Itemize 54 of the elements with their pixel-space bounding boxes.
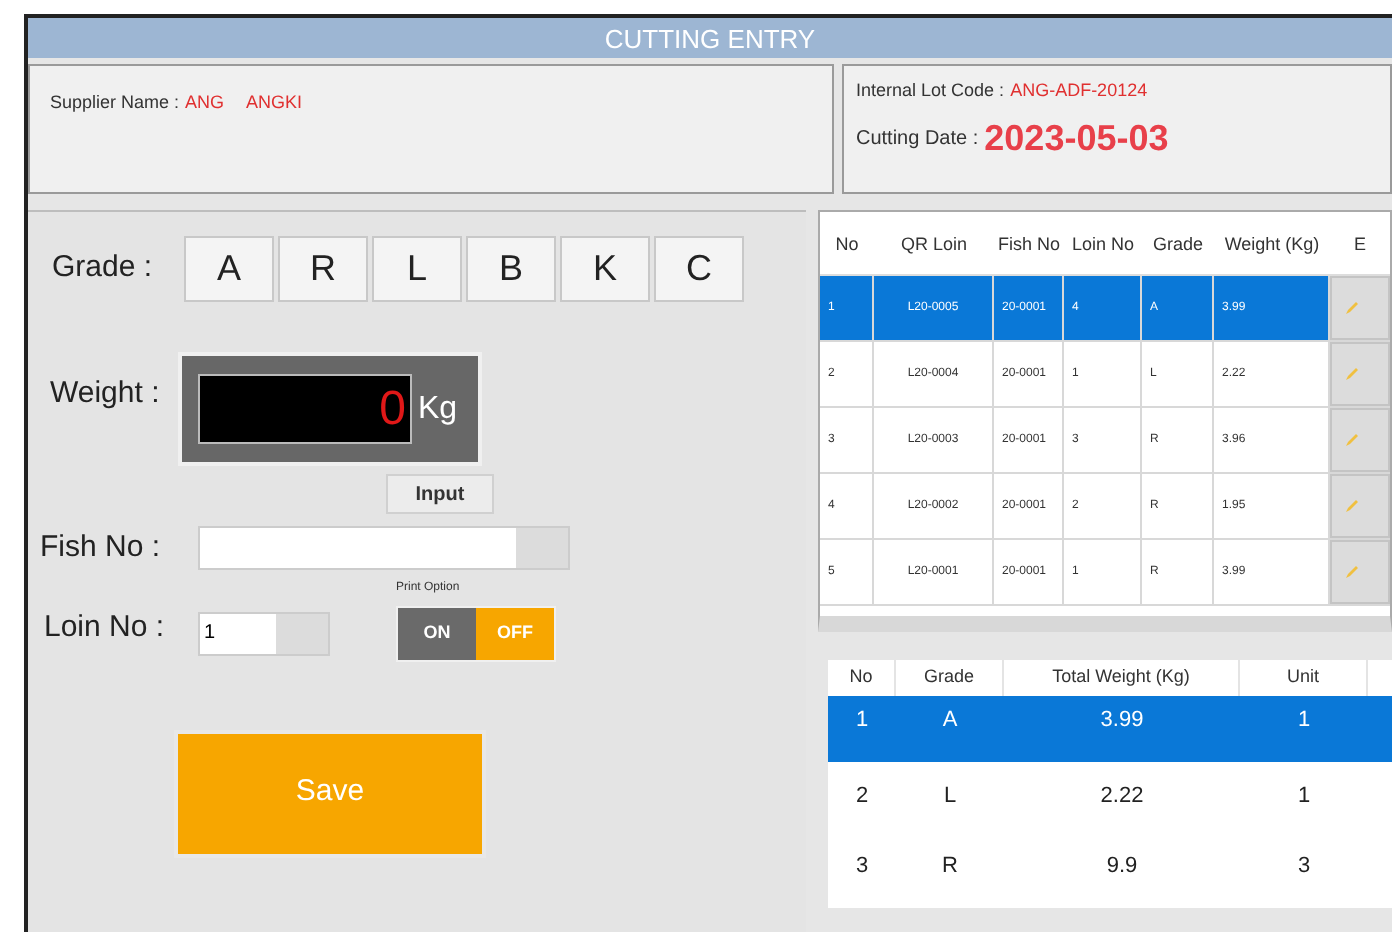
input-button[interactable]: Input [386, 474, 494, 514]
grade-option[interactable]: K [560, 236, 650, 302]
edit-button[interactable] [1330, 342, 1390, 406]
loin-no-field[interactable]: 1 [198, 611, 330, 655]
supplier-code: ANG [185, 90, 225, 116]
grade-label: Grade : [50, 248, 155, 289]
column-header: Fish No [996, 231, 1063, 257]
pencil-icon [1344, 300, 1360, 316]
column-header: E [1351, 231, 1368, 257]
table-cell-text: 3.99 [1098, 706, 1146, 736]
print-option-toggle[interactable]: ON [398, 607, 476, 659]
cutting-date-value: 2023-05-03 [984, 115, 1169, 161]
edit-button[interactable] [1330, 540, 1390, 604]
cutting-date-label: Cutting Date : [856, 125, 979, 153]
pencil-icon [1344, 564, 1360, 580]
window-title: CUTTING ENTRY [604, 25, 816, 51]
lot-code-value: ANG-ADF-20124 [1010, 78, 1148, 104]
table-cell-text: 2.22 [1098, 782, 1146, 813]
edit-button[interactable] [1330, 276, 1390, 340]
table-cell-text: 1 [853, 706, 871, 736]
table-cell-text: 1 [1295, 706, 1313, 736]
weight-value: 0 [198, 374, 412, 444]
edit-button[interactable] [1330, 474, 1390, 538]
fish-no-field[interactable] [198, 526, 570, 571]
column-header: QR Loin [898, 231, 970, 258]
column-header: No [833, 231, 861, 257]
column-header: Weight (Kg) [1222, 231, 1322, 258]
table-cell-text: 9.9 [1104, 852, 1140, 883]
table-cell-text: A [940, 706, 960, 736]
table-cell-text: L [941, 782, 959, 813]
supplier-label: Supplier Name : [50, 90, 180, 116]
weight-unit: Kg [418, 389, 458, 429]
grade-option[interactable]: C [654, 236, 744, 302]
summary-row[interactable]: 1 A 3.99 1 [828, 696, 1392, 762]
fish-no-label: Fish No : [38, 528, 163, 568]
edit-button[interactable] [1330, 408, 1390, 472]
column-header: Grade [1150, 231, 1205, 257]
grade-option[interactable]: L [372, 236, 462, 302]
grade-option[interactable]: A [184, 236, 274, 302]
table-cell-text: 3 [853, 852, 871, 883]
weight-label: Weight : [48, 374, 162, 414]
pencil-icon [1344, 366, 1360, 382]
pencil-icon [1344, 432, 1360, 448]
table-cell-text: 2 [853, 782, 871, 813]
pencil-icon [1344, 498, 1360, 514]
table-cell-text: R [940, 852, 960, 883]
table-cell-text: 1 [1295, 782, 1313, 813]
supplier-name: ANGKI [246, 90, 303, 116]
lot-code-label: Internal Lot Code : [856, 78, 1005, 104]
column-header: Loin No [1069, 231, 1137, 257]
loin-no-label: Loin No : [42, 608, 167, 648]
table-cell-text: 3 [1295, 852, 1313, 883]
grade-option[interactable]: B [466, 236, 556, 302]
grade-option[interactable]: R [278, 236, 368, 302]
